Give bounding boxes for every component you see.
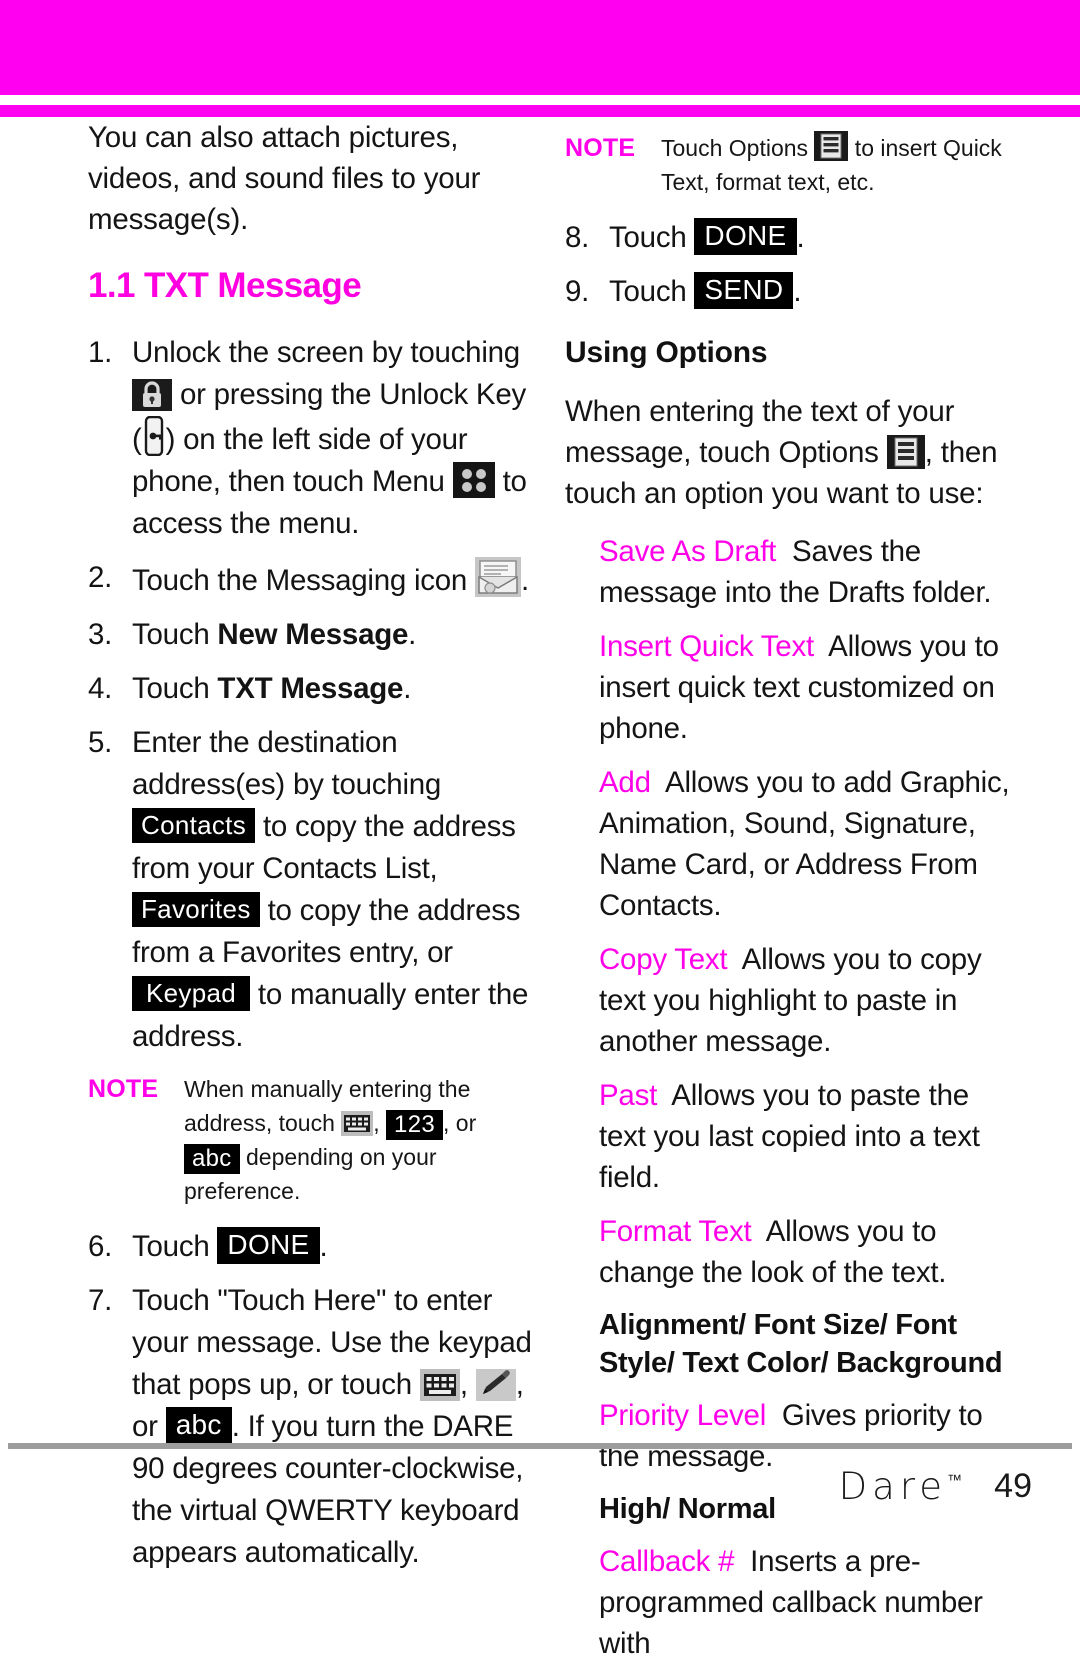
padlock-icon <box>132 379 172 411</box>
option-term[interactable]: Insert Quick Text <box>599 630 814 663</box>
step-text: Touch <box>609 275 695 308</box>
intro-paragraph: You can also attach pictures, videos, an… <box>88 121 481 236</box>
step-text: Touch <box>132 1230 218 1263</box>
option-item: Copy Text Allows you to copy text you hi… <box>565 939 1010 1062</box>
page-number: 49 <box>994 1467 1032 1505</box>
step-text: ) on the left side of your phone, then t… <box>132 423 468 498</box>
step-number: 3. <box>88 618 113 651</box>
step-text: . <box>521 564 529 597</box>
step-text: . <box>796 221 805 254</box>
step-number: 4. <box>88 672 113 705</box>
step-number: 1. <box>88 336 113 369</box>
step-item: 8. Touch DONE. <box>565 217 1010 259</box>
brand-name: Dare <box>838 1465 947 1508</box>
step-text: Touch <box>609 221 695 254</box>
contacts-key-chip[interactable]: Contacts <box>132 808 256 843</box>
options-list-icon <box>814 131 849 161</box>
step-item: 9. Touch SEND. <box>565 271 1010 313</box>
page-footer: Dare™ 49 <box>0 1465 1080 1535</box>
step-item: 3. Touch New Message. <box>88 614 533 656</box>
send-key-chip[interactable]: SEND <box>694 272 794 309</box>
option-item: Past Allows you to paste the text you la… <box>565 1075 1010 1198</box>
step-text: . <box>319 1230 328 1263</box>
step-number: 5. <box>88 726 113 759</box>
abc-mode-chip[interactable]: abc <box>184 1144 240 1174</box>
step-number: 2. <box>88 561 113 594</box>
step-item: 5. Enter the destination address(es) by t… <box>88 722 533 1058</box>
option-description: Allows you to add Graphic, Animation, So… <box>599 766 1010 922</box>
step-text: Touch <box>132 618 218 651</box>
step-number: 6. <box>88 1230 113 1263</box>
step-text: Touch <box>132 672 218 705</box>
pencil-icon <box>475 1369 516 1401</box>
header-accent-rule <box>0 105 1080 117</box>
option-term[interactable]: Save As Draft <box>599 535 776 568</box>
page-body: You can also attach pictures, videos, an… <box>0 117 1080 1660</box>
done-key-chip[interactable]: DONE <box>694 218 797 255</box>
step-text: Enter the destination address(es) by tou… <box>132 726 442 801</box>
keypad-key-chip[interactable]: Keypad <box>132 976 250 1011</box>
option-term[interactable]: Format Text <box>599 1215 752 1248</box>
keyboard-icon <box>419 1369 460 1401</box>
unlock-key-icon <box>142 416 166 456</box>
option-item: Add Allows you to add Graphic, Animation… <box>565 762 1010 926</box>
footer-divider <box>8 1443 1072 1449</box>
option-item: Save As Draft Saves the message into the… <box>565 531 1010 613</box>
step-text: . <box>793 275 802 308</box>
numeric-mode-chip[interactable]: 123 <box>386 1110 443 1140</box>
step-emphasis: TXT Message <box>217 672 404 705</box>
option-term[interactable]: Priority Level <box>599 1399 766 1432</box>
header-accent-band <box>0 0 1080 95</box>
note-text: , <box>373 1110 387 1136</box>
step-text: Unlock the screen by touching <box>132 336 520 369</box>
option-term[interactable]: Copy Text <box>599 943 728 976</box>
step-item: 4. Touch TXT Message. <box>88 668 533 710</box>
step-text: . <box>408 618 417 651</box>
favorites-key-chip[interactable]: Favorites <box>132 892 260 927</box>
step-item: 1. Unlock the screen by touching or press… <box>88 332 533 545</box>
step-number: 8. <box>565 221 590 254</box>
note-label: NOTE <box>565 134 636 162</box>
step-number: 9. <box>565 275 590 308</box>
step-text: , <box>459 1368 476 1401</box>
note-label: NOTE <box>88 1075 159 1103</box>
trademark-symbol: ™ <box>947 1471 962 1489</box>
option-item: Callback # Inserts a pre-programmed call… <box>565 1541 1010 1664</box>
note-block: NOTE When manually entering the address, … <box>88 1072 533 1208</box>
option-term[interactable]: Add <box>599 766 651 799</box>
option-term[interactable]: Callback # <box>599 1545 734 1578</box>
step-text: . <box>403 672 412 705</box>
brand-logo: Dare™ <box>839 1465 962 1508</box>
step-item: 2. Touch the Messaging icon . <box>88 557 533 602</box>
options-list-icon <box>886 435 925 469</box>
page-title: 1.1 TXT Message <box>88 266 362 305</box>
option-values: Alignment/ Font Size/ Font Style/ Text C… <box>599 1309 1003 1379</box>
note-block: NOTE Touch Options to insert Quick Text, … <box>565 131 1010 199</box>
option-item: Insert Quick Text Allows you to insert q… <box>565 626 1010 749</box>
note-text: , or <box>443 1110 477 1136</box>
option-term[interactable]: Past <box>599 1079 657 1112</box>
options-intro-paragraph: When entering the text of your message, … <box>565 391 1010 514</box>
messaging-envelope-icon <box>475 557 522 597</box>
option-item: Format Text Allows you to change the loo… <box>565 1211 1010 1293</box>
done-key-chip[interactable]: DONE <box>217 1227 320 1264</box>
step-text: Touch the Messaging icon <box>132 564 476 597</box>
option-description: Allows you to paste the text you last co… <box>599 1079 980 1194</box>
menu-grid-icon <box>452 462 495 498</box>
step-emphasis: New Message <box>217 618 409 651</box>
step-number: 7. <box>88 1284 113 1317</box>
keyboard-icon <box>341 1111 374 1136</box>
step-item: 6. Touch DONE. <box>88 1226 533 1268</box>
section-subtitle: Using Options <box>565 336 768 369</box>
abc-mode-chip[interactable]: abc <box>165 1407 232 1444</box>
note-text: Touch Options <box>661 135 815 161</box>
left-column: You can also attach pictures, videos, an… <box>88 117 533 1586</box>
